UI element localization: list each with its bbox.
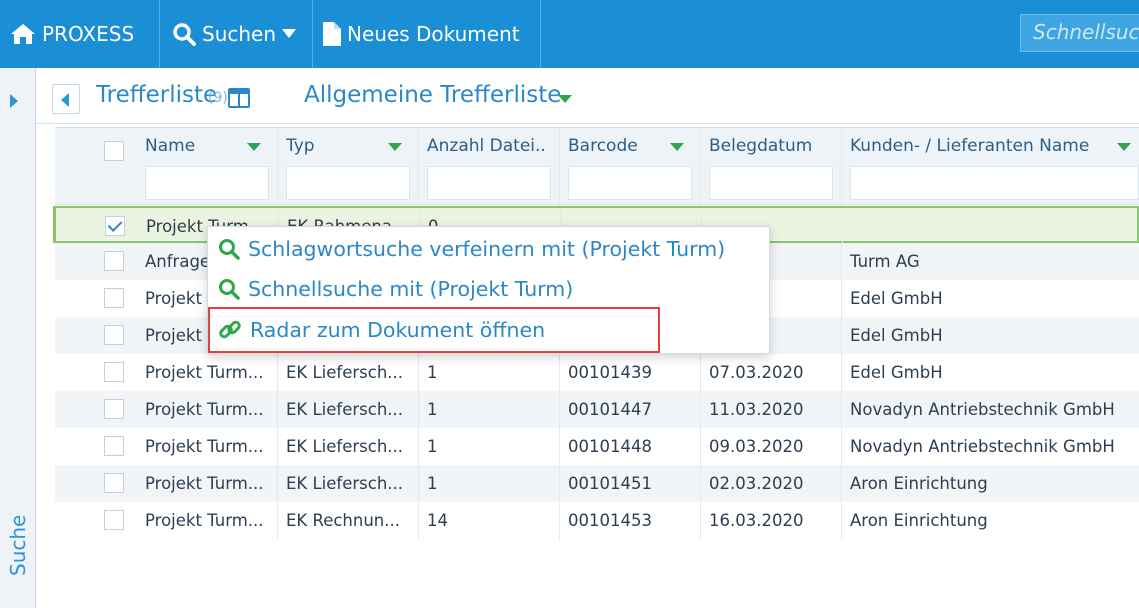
table-header: Name Typ Anzahl Datei... Barcode Belegda… <box>55 127 1139 206</box>
home-label: PROXESS <box>42 22 135 46</box>
cell-name: Projekt Turm... <box>145 474 264 493</box>
table-row[interactable]: Projekt Turm... EK Liefersch... 1 00101439 0… <box>55 354 1139 391</box>
row-checkbox[interactable] <box>105 216 125 236</box>
cell-datum: 11.03.2020 <box>709 400 804 419</box>
cell-datum: 16.03.2020 <box>709 511 804 530</box>
cell-kunde: Novadyn Antriebstechnik GmbH <box>850 437 1115 456</box>
column-header-typ[interactable]: Typ <box>286 136 386 156</box>
cell-typ: EK Rechnun... <box>286 511 401 530</box>
search-side-panel: Suche <box>0 68 36 608</box>
row-checkbox[interactable] <box>104 436 124 456</box>
filter-input-typ[interactable] <box>286 166 410 200</box>
arrow-left-icon <box>61 93 69 107</box>
table-row[interactable]: Projekt Turm... EK Liefersch... 1 00101451 0… <box>55 465 1139 502</box>
view-selector[interactable]: Allgemeine Trefferliste <box>304 82 561 108</box>
highlight-frame <box>208 307 660 353</box>
search-icon <box>219 239 240 260</box>
search-panel-label[interactable]: Suche <box>4 515 84 576</box>
sort-icon[interactable] <box>1117 143 1131 151</box>
menu-item-quick-search[interactable]: Schnellsuche mit (Projekt Turm) <box>218 271 573 307</box>
quick-search-input[interactable]: Schnellsuc <box>1020 14 1139 52</box>
table-row[interactable]: Projekt Turm... EK Rechnun... 14 00101453 16… <box>55 502 1139 539</box>
filter-input-anzahl[interactable] <box>427 166 551 200</box>
cell-datum: 09.03.2020 <box>709 437 804 456</box>
cell-anzahl: 1 <box>427 363 438 382</box>
caret-down-icon <box>282 29 297 38</box>
home-icon <box>11 24 35 44</box>
cell-barcode: 00101439 <box>568 363 652 382</box>
result-list-title: Trefferliste <box>96 82 218 108</box>
view-dropdown-icon[interactable] <box>558 95 572 103</box>
cell-kunde: Turm AG <box>850 252 920 271</box>
menu-item-label: Schnellsuche mit (Projekt Turm) <box>248 277 574 301</box>
expand-panel-icon[interactable] <box>10 94 18 108</box>
result-list-header: Trefferliste (9) Allgemeine Trefferliste <box>36 68 1139 124</box>
filter-input-kunde[interactable] <box>850 166 1139 200</box>
sort-icon[interactable] <box>670 143 684 151</box>
column-header-kunde[interactable]: Kunden- / Lieferanten Name <box>850 136 1110 156</box>
cell-barcode: 00101448 <box>568 437 652 456</box>
cell-name: Projekt Turm... <box>145 511 264 530</box>
sort-icon[interactable] <box>247 143 261 151</box>
cell-name: Projekt Turm... <box>145 363 264 382</box>
cell-name: Projekt Turm... <box>145 400 264 419</box>
cell-anzahl: 14 <box>427 511 448 530</box>
top-toolbar: PROXESS Suchen Neues Dokument Schnellsuc <box>0 0 1139 68</box>
cell-anzahl: 1 <box>427 474 438 493</box>
table-row[interactable]: Projekt Turm... EK Liefersch... 1 00101448 0… <box>55 428 1139 465</box>
search-icon <box>173 23 196 46</box>
cell-barcode: 00101447 <box>568 400 652 419</box>
row-checkbox[interactable] <box>104 510 124 530</box>
filter-input-barcode[interactable] <box>568 166 692 200</box>
cell-name: Projekt Turm... <box>145 437 264 456</box>
result-count: (9) <box>208 90 228 106</box>
select-all-checkbox[interactable] <box>104 141 124 161</box>
back-button[interactable] <box>52 84 80 114</box>
cell-datum: 02.03.2020 <box>709 474 804 493</box>
cell-kunde: Edel GmbH <box>850 326 943 345</box>
cell-typ: EK Liefersch... <box>286 400 404 419</box>
document-icon <box>323 22 341 46</box>
cell-kunde: Edel GmbH <box>850 363 943 382</box>
cell-barcode: 00101451 <box>568 474 652 493</box>
cell-typ: EK Liefersch... <box>286 474 404 493</box>
filter-input-belegdatum[interactable] <box>709 166 833 200</box>
row-checkbox[interactable] <box>104 251 124 271</box>
column-header-name[interactable]: Name <box>145 136 245 156</box>
menu-item-label: Schlagwortsuche verfeinern mit (Projekt … <box>248 237 726 261</box>
cell-kunde: Novadyn Antriebstechnik GmbH <box>850 400 1115 419</box>
row-checkbox[interactable] <box>104 288 124 308</box>
search-menu-label: Suchen <box>202 22 277 46</box>
quick-search-placeholder: Schnellsuc <box>1033 20 1139 44</box>
row-checkbox[interactable] <box>104 399 124 419</box>
cell-anzahl: 1 <box>427 437 438 456</box>
cell-typ: EK Liefersch... <box>286 437 404 456</box>
cell-kunde: Aron Einrichtung <box>850 511 988 530</box>
menu-item-refine-keyword-search[interactable]: Schlagwortsuche verfeinern mit (Projekt … <box>218 231 725 267</box>
cell-anzahl: 1 <box>427 400 438 419</box>
search-menu-button[interactable]: Suchen <box>160 0 313 68</box>
cell-kunde: Edel GmbH <box>850 289 943 308</box>
cell-barcode: 00101453 <box>568 511 652 530</box>
new-document-button[interactable]: Neues Dokument <box>313 0 541 68</box>
cell-typ: EK Liefersch... <box>286 363 404 382</box>
row-checkbox[interactable] <box>104 362 124 382</box>
table-view-icon[interactable] <box>228 88 250 108</box>
column-header-belegdatum[interactable]: Belegdatum <box>709 136 833 156</box>
home-button[interactable]: PROXESS <box>0 0 160 68</box>
context-menu: Schlagwortsuche verfeinern mit (Projekt … <box>207 226 770 354</box>
row-checkbox[interactable] <box>104 473 124 493</box>
search-icon <box>219 279 240 300</box>
cell-kunde: Aron Einrichtung <box>850 474 988 493</box>
table-row[interactable]: Projekt Turm... EK Liefersch... 1 00101447 1… <box>55 391 1139 428</box>
new-document-label: Neues Dokument <box>347 22 520 46</box>
column-header-barcode[interactable]: Barcode <box>568 136 668 156</box>
cell-datum: 07.03.2020 <box>709 363 804 382</box>
sort-icon[interactable] <box>388 143 402 151</box>
column-header-anzahl[interactable]: Anzahl Datei... <box>427 136 547 156</box>
row-checkbox[interactable] <box>104 325 124 345</box>
filter-input-name[interactable] <box>145 166 269 200</box>
